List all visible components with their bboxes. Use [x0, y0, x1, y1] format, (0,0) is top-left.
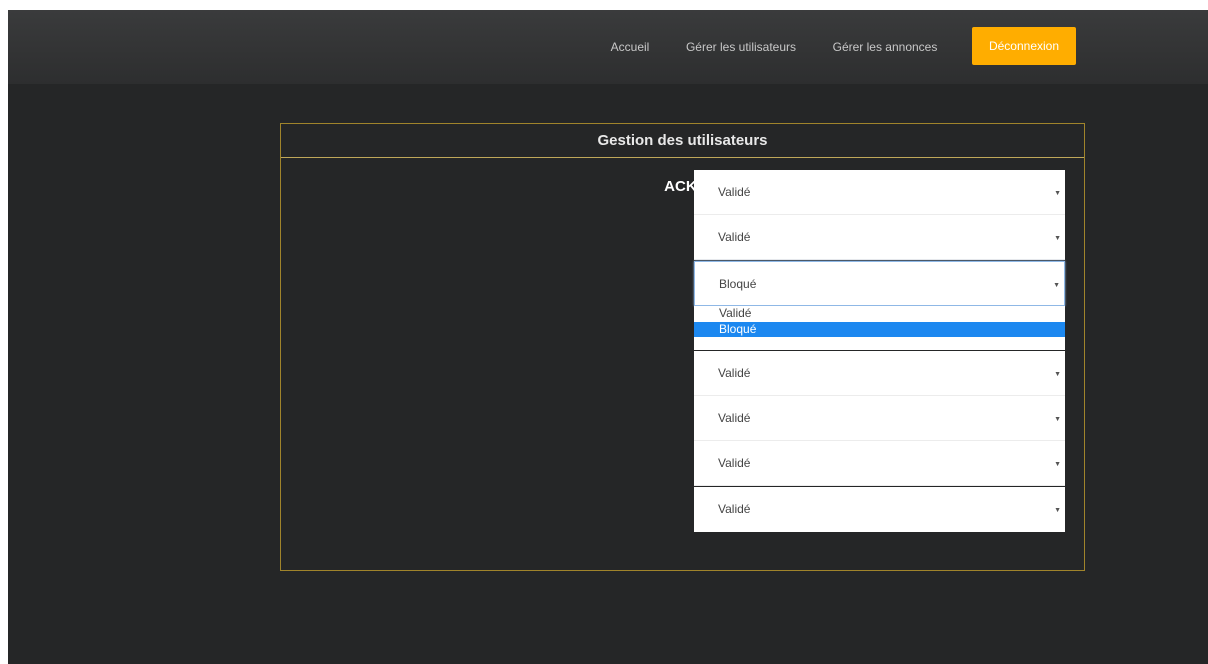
status-select-hinormarrant[interactable]: Validé ▼ — [694, 351, 1065, 396]
nav-link-accueil[interactable]: Accueil — [598, 10, 662, 84]
caret-down-icon: ▼ — [1053, 282, 1060, 289]
top-navbar: Accueil Gérer les utilisateurs Gérer les… — [8, 10, 1208, 84]
caret-down-icon: ▼ — [1054, 507, 1061, 514]
status-value: Validé — [718, 502, 751, 516]
status-value: Validé — [718, 456, 751, 470]
status-select-cimpte[interactable]: Bloqué ▼ — [694, 261, 1065, 306]
app-frame: Accueil Gérer les utilisateurs Gérer les… — [8, 10, 1208, 664]
caret-down-icon: ▼ — [1054, 190, 1061, 197]
status-select-natalem[interactable]: Validé ▼ — [694, 441, 1065, 486]
dropdown-option-valide[interactable]: Validé — [694, 306, 1065, 321]
status-select-al[interactable]: Validé ▼ — [694, 215, 1065, 260]
status-value: Validé — [718, 366, 751, 380]
status-dropdown-list: Validé Bloqué — [694, 306, 1065, 350]
status-select-jdm[interactable]: Validé ▼ — [694, 396, 1065, 441]
status-value: Bloqué — [719, 277, 757, 291]
panel-title: Gestion des utilisateurs — [281, 124, 1084, 158]
nav-link-manage-ads[interactable]: Gérer les annonces — [826, 10, 944, 84]
status-value: Validé — [718, 185, 751, 199]
status-select-rorobocop[interactable]: Validé ▼ — [694, 487, 1065, 532]
caret-down-icon: ▼ — [1054, 416, 1061, 423]
caret-down-icon: ▼ — [1054, 461, 1061, 468]
status-select-ackermanngue[interactable]: Validé ▼ — [694, 170, 1065, 215]
logout-button[interactable]: Déconnexion — [972, 27, 1076, 65]
status-value: Validé — [718, 411, 751, 425]
nav-link-manage-users[interactable]: Gérer les utilisateurs — [678, 10, 804, 84]
caret-down-icon: ▼ — [1054, 235, 1061, 242]
dropdown-option-bloque[interactable]: Bloqué — [694, 322, 1065, 337]
status-value: Validé — [718, 230, 751, 244]
caret-down-icon: ▼ — [1054, 371, 1061, 378]
